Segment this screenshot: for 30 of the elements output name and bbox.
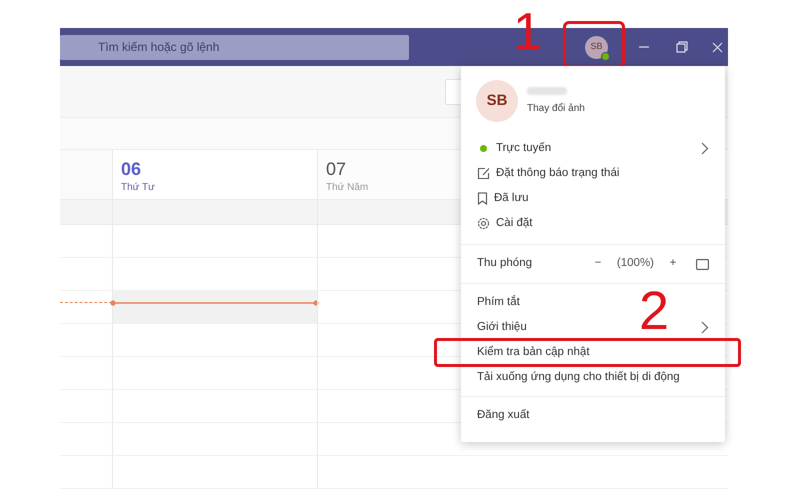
day-number: 06 xyxy=(121,158,142,180)
profile-avatar[interactable]: SB xyxy=(476,80,518,122)
edit-status-icon xyxy=(477,167,490,180)
zoom-out-button[interactable]: − xyxy=(588,255,607,273)
blurred-name xyxy=(527,86,567,94)
change-photo-link[interactable]: Thay đổi ảnh xyxy=(527,100,585,116)
settings-icon xyxy=(477,217,490,230)
weekday-label: Thứ Tư xyxy=(121,181,155,195)
zoom-label: Thu phóng xyxy=(477,256,532,272)
weekday-label: Thứ Năm xyxy=(326,181,368,195)
menu-item[interactable]: Đặt thông báo trạng thái xyxy=(461,161,636,186)
menu-item[interactable]: Đã lưu xyxy=(461,186,545,211)
chevron-right-icon xyxy=(701,321,709,334)
menu-item[interactable]: Kiểm tra bản cập nhật xyxy=(461,340,606,365)
day-number: 07 xyxy=(326,158,346,180)
menu-item[interactable]: Đăng xuất xyxy=(461,403,546,428)
zoom-value: (100%) xyxy=(616,256,654,272)
restore-icon[interactable] xyxy=(676,41,688,53)
close-icon[interactable] xyxy=(712,42,723,52)
avatar[interactable]: SB xyxy=(585,36,608,58)
bookmark-icon xyxy=(477,192,488,205)
menu-item[interactable]: Phím tắt xyxy=(461,290,536,315)
step-number: 2 xyxy=(638,284,669,338)
menu-item[interactable]: Trực tuyến xyxy=(461,136,725,161)
zoom-in-button[interactable]: + xyxy=(666,255,680,273)
menu-item[interactable]: Tải xuống ứng dụng cho thiết bị di động xyxy=(461,365,696,390)
menu-item[interactable]: Cài đặt xyxy=(461,211,548,236)
chevron-right-icon xyxy=(701,142,709,155)
search-field[interactable]: Tìm kiếm hoặc gõ lệnh xyxy=(60,34,409,60)
full-screen-icon[interactable] xyxy=(696,258,709,270)
